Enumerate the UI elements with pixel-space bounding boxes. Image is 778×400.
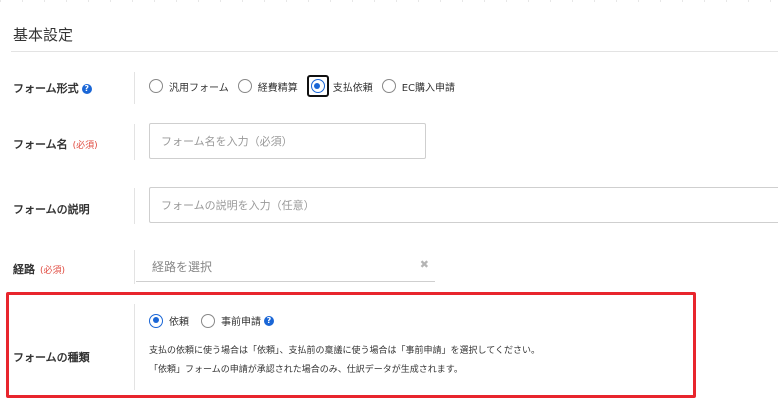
form-kind-radio-group: 依頼 事前申請 ? — [149, 313, 283, 328]
radio-button[interactable] — [237, 79, 252, 93]
radio-option-label: 依頼 — [169, 317, 189, 328]
section-title: 基本設定 — [13, 26, 74, 44]
row-divider — [134, 188, 135, 224]
route-select-placeholder: 経路を選択 — [152, 260, 213, 274]
radio-option-general-form[interactable]: 汎用フォーム — [149, 79, 229, 94]
radio-option-payment-request[interactable]: 支払依頼 — [306, 75, 373, 97]
form-name-placeholder: フォーム名を入力（必須） — [161, 135, 293, 148]
radio-button-selected[interactable] — [149, 313, 163, 328]
row-divider — [134, 250, 135, 284]
radio-option-label: EC購入申請 — [401, 82, 456, 94]
route-label: 経路 (必須) — [13, 261, 65, 277]
radio-option-expense[interactable]: 経費精算 — [237, 79, 298, 94]
form-description-label: フォームの説明 — [13, 203, 90, 216]
form-name-label-text: フォーム名 — [13, 138, 68, 151]
radio-focus-ring — [306, 75, 329, 97]
top-dotted-border — [0, 0, 778, 2]
radio-option-label: 汎用フォーム — [169, 82, 229, 94]
route-select[interactable]: 経路を選択 ✖ — [136, 252, 435, 282]
radio-option-pre-application[interactable]: 事前申請 ? — [201, 313, 274, 328]
row-divider — [134, 72, 135, 104]
form-type-label-text: フォーム形式 — [13, 82, 79, 95]
required-marker: (必須) — [72, 141, 98, 151]
form-type-label: フォーム形式? — [13, 80, 92, 96]
form-description-placeholder: フォームの説明を入力（任意） — [161, 199, 315, 212]
row-divider — [134, 124, 135, 160]
form-name-input[interactable]: フォーム名を入力（必須） — [149, 123, 426, 159]
form-kind-description-line2: 「依頼」フォームの申請が承認された場合のみ、仕訳データが生成されます。 — [149, 365, 463, 375]
form-type-radio-group: 汎用フォーム 経費精算 支払依頼 EC購入申請 — [149, 75, 464, 97]
radio-option-label: 経費精算 — [257, 82, 298, 94]
form-description-input[interactable]: フォームの説明を入力（任意） — [149, 187, 778, 223]
question-circle-icon[interactable]: ? — [264, 315, 274, 326]
form-name-label: フォーム名 (必須) — [13, 136, 98, 152]
row-divider — [134, 304, 135, 390]
form-kind-description-line1: 支払の依頼に使う場合は「依頼」、支払前の稟議に使う場合は「事前申請」を選択してく… — [149, 346, 540, 356]
form-kind-label: フォームの種類 — [13, 351, 90, 364]
radio-option-ec-purchase[interactable]: EC購入申請 — [381, 79, 456, 94]
radio-button-selected[interactable] — [310, 79, 325, 93]
required-marker: (必須) — [40, 266, 66, 276]
radio-button[interactable] — [201, 313, 215, 328]
radio-button[interactable] — [149, 79, 163, 93]
question-circle-icon[interactable]: ? — [81, 84, 92, 94]
radio-option-request[interactable]: 依頼 — [149, 313, 189, 328]
close-icon[interactable]: ✖ — [420, 258, 429, 271]
radio-option-label: 支払依頼 — [332, 82, 373, 94]
route-label-text: 経路 — [13, 263, 35, 276]
radio-button[interactable] — [381, 79, 396, 93]
section-divider — [11, 51, 778, 52]
radio-option-label: 事前申請 — [221, 317, 261, 328]
